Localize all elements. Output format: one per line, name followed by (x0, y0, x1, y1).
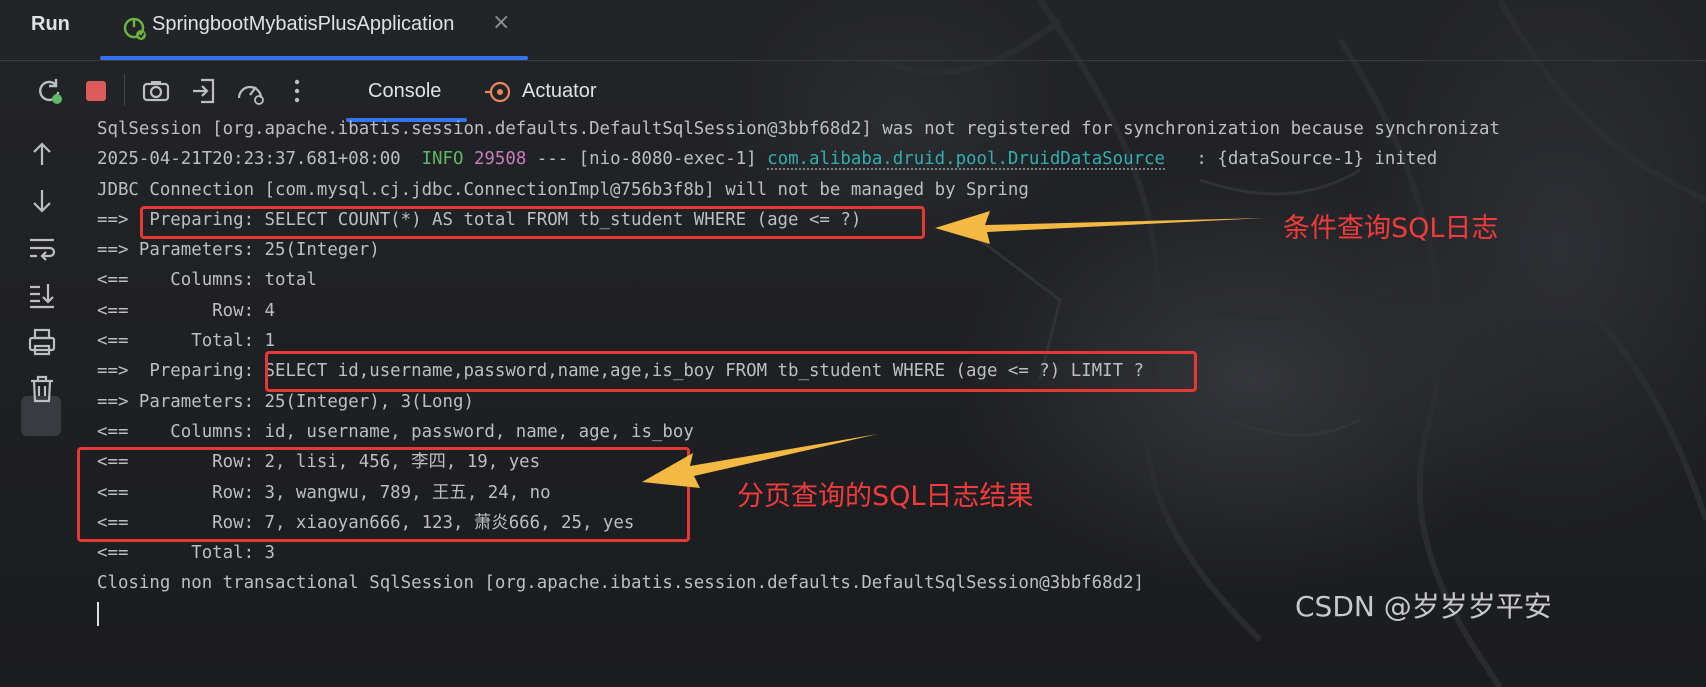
annotation-count-query: 条件查询SQL日志 (1283, 213, 1499, 244)
annotation-page-query: 分页查询的SQL日志结果 (737, 481, 1034, 512)
arrow-to-count-sql (935, 211, 1265, 244)
watermark: CSDN @岁岁岁平安 (1295, 590, 1552, 623)
annotation-arrows (642, 211, 1265, 488)
